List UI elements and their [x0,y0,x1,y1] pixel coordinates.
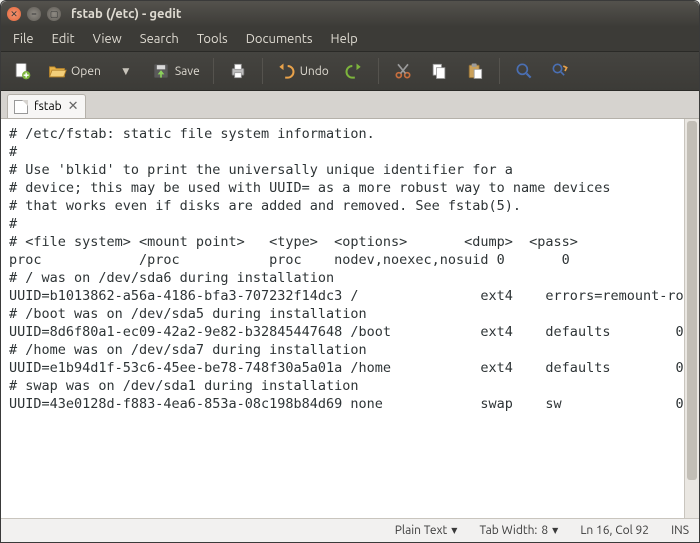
search-icon [514,61,534,81]
syntax-label: Plain Text [395,524,448,537]
open-recent-dropdown[interactable]: ▼ [111,56,141,86]
chevron-down-icon: ▼ [118,66,133,77]
cut-button[interactable] [388,56,418,86]
open-button[interactable]: Open [43,56,105,86]
chevron-down-icon: ▼ [451,526,457,535]
find-replace-icon [550,61,570,81]
insert-mode-indicator[interactable]: INS [671,524,689,537]
print-button[interactable] [223,56,253,86]
tab-label: fstab [34,100,62,113]
menubar: File Edit View Search Tools Documents He… [1,27,699,51]
maximize-window-button[interactable]: ▢ [47,7,61,21]
save-icon [151,61,171,81]
window-controls: ✕ – ▢ [7,7,61,21]
open-label: Open [71,65,101,78]
menu-tools[interactable]: Tools [189,29,236,49]
menu-edit[interactable]: Edit [44,29,83,49]
tabwidth-selector[interactable]: Tab Width: 8 ▼ [479,524,558,537]
close-window-button[interactable]: ✕ [7,7,21,21]
menu-help[interactable]: Help [323,29,366,49]
window-title: fstab (/etc) - gedit [71,7,182,21]
tabwidth-value: 8 [541,524,548,537]
scrollbar-thumb[interactable] [687,121,697,480]
chevron-down-icon: ▼ [552,526,558,535]
document-tab[interactable]: fstab ✕ [7,94,86,118]
copy-icon [429,61,449,81]
undo-label: Undo [300,65,329,78]
printer-icon [228,61,248,81]
document-tabbar: fstab ✕ [1,91,699,119]
scissors-icon [393,61,413,81]
minimize-window-button[interactable]: – [27,7,41,21]
save-label: Save [175,65,200,78]
find-replace-button[interactable] [545,56,575,86]
toolbar: Open ▼ Save Undo [1,51,699,91]
menu-view[interactable]: View [85,29,130,49]
redo-icon [344,61,364,81]
syntax-selector[interactable]: Plain Text ▼ [395,524,458,537]
toolbar-separator [378,58,379,84]
gedit-window: ✕ – ▢ fstab (/etc) - gedit File Edit Vie… [0,0,700,543]
file-icon [14,100,28,114]
vertical-scrollbar[interactable] [684,119,699,518]
menu-documents[interactable]: Documents [238,29,321,49]
undo-icon [276,61,296,81]
menu-file[interactable]: File [5,29,42,49]
copy-button[interactable] [424,56,454,86]
new-document-button[interactable] [7,56,37,86]
titlebar[interactable]: ✕ – ▢ fstab (/etc) - gedit [1,1,699,27]
toolbar-separator [213,58,214,84]
folder-open-icon [47,61,67,81]
redo-button[interactable] [339,56,369,86]
paste-button[interactable] [460,56,490,86]
paste-icon [465,61,485,81]
toolbar-separator [262,58,263,84]
statusbar: Plain Text ▼ Tab Width: 8 ▼ Ln 16, Col 9… [1,518,699,542]
cursor-position: Ln 16, Col 92 [580,524,649,537]
new-file-icon [12,61,32,81]
undo-button[interactable]: Undo [272,56,333,86]
toolbar-separator [499,58,500,84]
editor-area: # /etc/fstab: static file system informa… [1,119,699,518]
tab-close-button[interactable]: ✕ [68,99,79,114]
menu-search[interactable]: Search [132,29,187,49]
save-button[interactable]: Save [147,56,204,86]
find-button[interactable] [509,56,539,86]
text-editor[interactable]: # /etc/fstab: static file system informa… [1,119,684,518]
tabwidth-label: Tab Width: [479,524,537,537]
